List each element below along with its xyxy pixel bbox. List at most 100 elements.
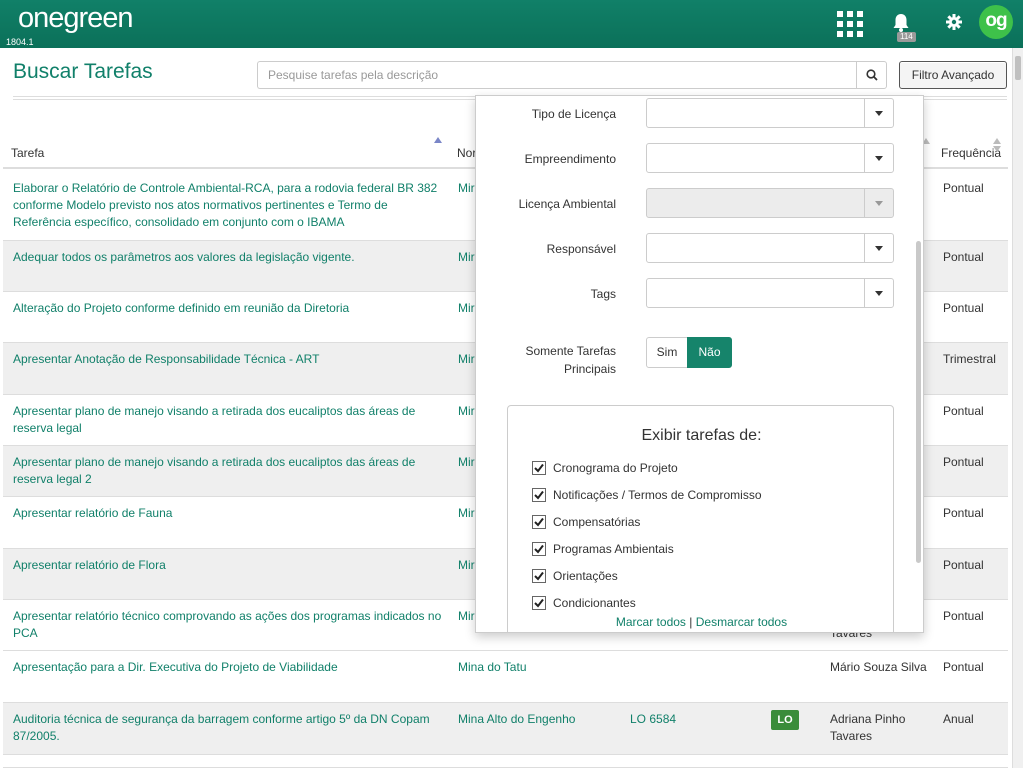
checkbox-label: Cronograma do Projeto bbox=[553, 461, 678, 475]
task-link[interactable]: Apresentar plano de manejo visando a ret… bbox=[13, 403, 443, 437]
task-link[interactable]: Elaborar o Relatório de Controle Ambient… bbox=[13, 180, 443, 231]
chevron-down-icon bbox=[875, 246, 883, 251]
page-title: Buscar Tarefas bbox=[13, 60, 153, 83]
task-link[interactable]: Apresentar relatório de Fauna bbox=[13, 505, 443, 522]
enterprise-link[interactable]: Mir bbox=[458, 505, 475, 522]
tags-select[interactable] bbox=[646, 278, 894, 308]
search-input[interactable]: Pesquise tarefas pela descrição bbox=[257, 61, 857, 89]
show-tasks-title: Exibir tarefas de: bbox=[641, 427, 762, 444]
check-all-link[interactable]: Marcar todos bbox=[616, 615, 686, 629]
responsible-label: Responsável bbox=[546, 242, 616, 256]
column-header-task[interactable]: Tarefa bbox=[11, 146, 44, 160]
frequency-cell: Pontual bbox=[943, 301, 984, 315]
checkmark-icon bbox=[534, 544, 544, 554]
select-links: Marcar todos | Desmarcar todos bbox=[508, 615, 895, 629]
checkbox-label: Orientações bbox=[553, 569, 618, 583]
frequency-cell: Pontual bbox=[943, 455, 984, 469]
task-link[interactable]: Apresentar relatório técnico comprovando… bbox=[13, 608, 443, 642]
user-avatar[interactable]: og bbox=[979, 5, 1013, 39]
onegreen-logo[interactable]: onegreen bbox=[18, 2, 134, 35]
enterprise-link[interactable]: Mir bbox=[458, 300, 475, 317]
toggle-no-button[interactable]: Não bbox=[687, 337, 732, 368]
checkmark-icon bbox=[534, 517, 544, 527]
enterprise-link[interactable]: Mir bbox=[458, 351, 475, 368]
table-row[interactable]: Auditoria técnica de segurança da barrag… bbox=[3, 703, 1008, 755]
checkbox[interactable] bbox=[532, 461, 546, 475]
enterprise-link[interactable]: Mir bbox=[458, 249, 475, 266]
task-link[interactable]: Apresentação para a Dir. Executiva do Pr… bbox=[13, 659, 443, 676]
advanced-filter-button[interactable]: Filtro Avançado bbox=[899, 61, 1007, 89]
frequency-cell: Pontual bbox=[943, 558, 984, 572]
main-tasks-label: Somente Tarefas Principais bbox=[476, 342, 617, 378]
sort-asc-icon[interactable] bbox=[434, 137, 442, 143]
chevron-down-icon bbox=[875, 111, 883, 116]
main-tasks-label-line1: Somente Tarefas bbox=[525, 344, 617, 358]
frequency-cell: Pontual bbox=[943, 181, 984, 195]
checkmark-icon bbox=[534, 463, 544, 473]
top-bar: onegreen 1804.1 114 og bbox=[0, 0, 1023, 48]
task-link[interactable]: Apresentar relatório de Flora bbox=[13, 557, 443, 574]
task-link[interactable]: Apresentar Anotação de Responsabilidade … bbox=[13, 351, 443, 368]
advanced-filter-panel: Tipo de Licença Empreendimento Licença A… bbox=[475, 95, 924, 633]
enterprise-link[interactable]: Mir bbox=[458, 557, 475, 574]
enterprise-select[interactable] bbox=[646, 143, 894, 173]
tags-label: Tags bbox=[590, 287, 616, 301]
frequency-cell: Pontual bbox=[943, 506, 984, 520]
checkbox-label: Programas Ambientais bbox=[553, 542, 674, 556]
checkmark-icon bbox=[534, 598, 544, 608]
search-icon bbox=[866, 69, 878, 81]
enterprise-link[interactable]: Mir bbox=[458, 454, 475, 471]
main-tasks-label-line2: Principais bbox=[563, 362, 616, 376]
enterprise-link[interactable]: Mir bbox=[458, 608, 475, 625]
responsible-select[interactable] bbox=[646, 233, 894, 263]
notification-count-badge: 114 bbox=[897, 32, 916, 42]
sort-asc-icon[interactable] bbox=[993, 138, 1001, 144]
checkmark-icon bbox=[534, 490, 544, 500]
checkbox[interactable] bbox=[532, 542, 546, 556]
checkbox[interactable] bbox=[532, 515, 546, 529]
checkbox-label: Notificações / Termos de Compromisso bbox=[553, 488, 762, 502]
task-link[interactable]: Apresentar plano de manejo visando a ret… bbox=[13, 454, 443, 488]
license-type-label: Tipo de Licença bbox=[531, 107, 616, 121]
frequency-cell: Trimestral bbox=[943, 352, 996, 366]
chevron-down-icon bbox=[875, 156, 883, 161]
checkbox-label: Condicionantes bbox=[553, 596, 636, 610]
enterprise-link[interactable]: Mir bbox=[458, 180, 475, 197]
gear-icon[interactable] bbox=[945, 13, 963, 31]
panel-scrollbar[interactable] bbox=[914, 96, 923, 632]
responsible-cell: Mário Souza Silva bbox=[830, 660, 927, 674]
checkbox[interactable] bbox=[532, 488, 546, 502]
apps-grid-icon[interactable] bbox=[837, 11, 863, 37]
table-row[interactable]: Apresentação para a Dir. Executiva do Pr… bbox=[3, 651, 1008, 703]
env-license-label: Licença Ambiental bbox=[518, 197, 616, 211]
column-header-name[interactable]: Nor bbox=[457, 146, 476, 160]
frequency-cell: Pontual bbox=[943, 609, 984, 623]
frequency-cell: Pontual bbox=[943, 250, 984, 264]
checkbox[interactable] bbox=[532, 569, 546, 583]
enterprise-link[interactable]: Mina Alto do Engenho bbox=[458, 711, 575, 728]
sort-desc-icon[interactable] bbox=[993, 146, 1001, 152]
search-button[interactable] bbox=[856, 61, 887, 89]
enterprise-label: Empreendimento bbox=[524, 152, 616, 166]
enterprise-link[interactable]: Mir bbox=[458, 403, 475, 420]
link-separator: | bbox=[689, 615, 693, 629]
bell-icon[interactable] bbox=[890, 12, 912, 34]
table-row[interactable] bbox=[3, 755, 1008, 768]
page-scrollbar[interactable] bbox=[1012, 48, 1023, 768]
responsible-cell: Adriana Pinho Tavares bbox=[830, 712, 906, 743]
chevron-down-icon bbox=[875, 291, 883, 296]
checkbox[interactable] bbox=[532, 596, 546, 610]
enterprise-link[interactable]: Mina do Tatu bbox=[458, 659, 527, 676]
frequency-cell: Pontual bbox=[943, 660, 984, 674]
frequency-cell: Anual bbox=[943, 712, 974, 726]
license-link[interactable]: LO 6584 bbox=[630, 711, 676, 728]
checkmark-icon bbox=[534, 571, 544, 581]
app-version: 1804.1 bbox=[6, 37, 34, 47]
task-link[interactable]: Adequar todos os parâmetros aos valores … bbox=[13, 249, 443, 266]
task-link[interactable]: Auditoria técnica de segurança da barrag… bbox=[13, 711, 443, 745]
task-link[interactable]: Alteração do Projeto conforme definido e… bbox=[13, 300, 443, 317]
uncheck-all-link[interactable]: Desmarcar todos bbox=[696, 615, 787, 629]
checkbox-label: Compensatórias bbox=[553, 515, 641, 529]
toggle-yes-button[interactable]: Sim bbox=[646, 337, 688, 368]
license-type-select[interactable] bbox=[646, 98, 894, 128]
